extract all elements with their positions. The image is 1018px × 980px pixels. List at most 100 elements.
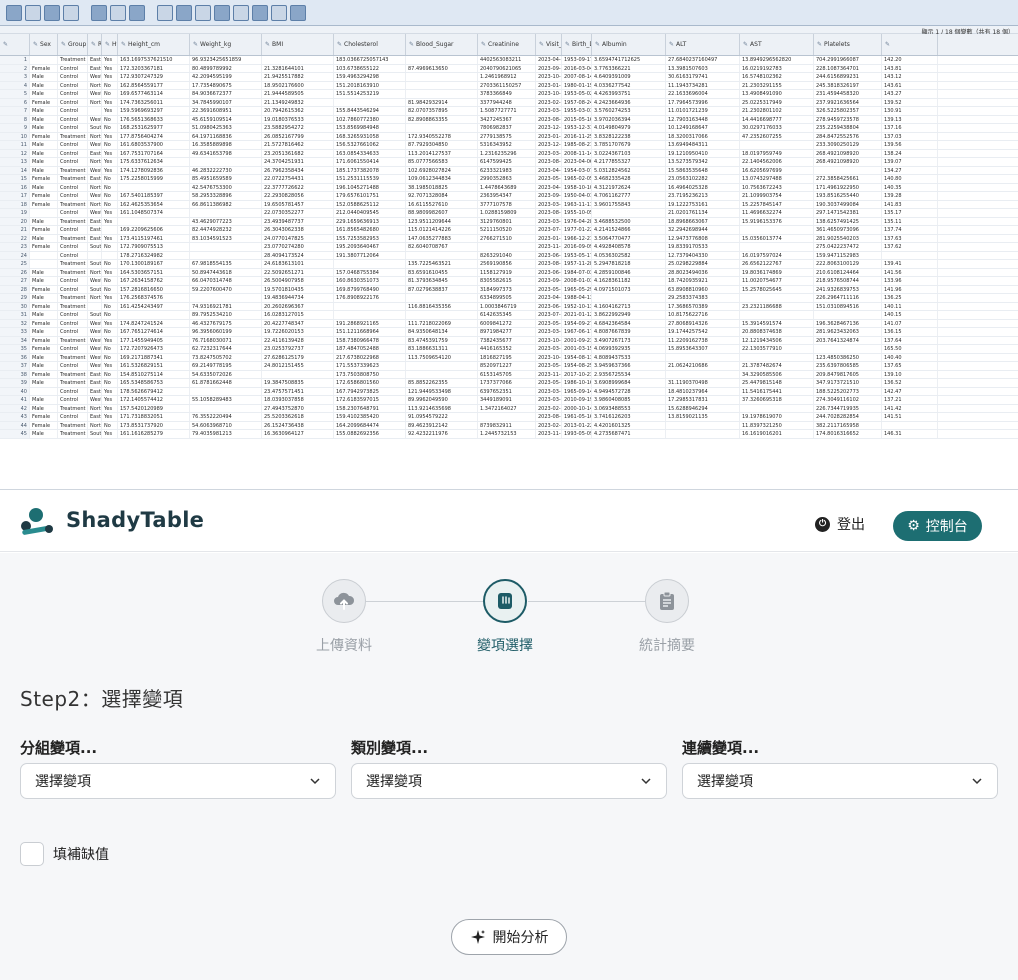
spreadsheet-cell: 73.8247505702 bbox=[190, 353, 262, 361]
spreadsheet-strip bbox=[0, 26, 1018, 34]
spreadsheet-cell: Male bbox=[30, 294, 58, 302]
spreadsheet-cell: 3.5760274253 bbox=[592, 107, 666, 115]
group-variable-select[interactable]: 選擇變項 bbox=[20, 763, 336, 799]
step-summary[interactable] bbox=[645, 579, 689, 623]
spreadsheet-cell: Control bbox=[58, 243, 88, 251]
spreadsheet-cell: 14.4416698777 bbox=[740, 115, 814, 123]
spreadsheet-cell: 42 bbox=[0, 404, 30, 412]
spreadsheet-cell: 34.7845990107 bbox=[190, 98, 262, 106]
spreadsheet-cell: 3.9702036394 bbox=[592, 115, 666, 123]
spreadsheet-cell: Control bbox=[58, 311, 88, 319]
spreadsheet-cell: 19.8339170533 bbox=[666, 243, 740, 251]
spreadsheet-cell: 153.8569984948 bbox=[334, 124, 406, 132]
spreadsheet-cell: 176.2568374576 bbox=[118, 294, 190, 302]
spreadsheet-cell: East bbox=[90, 64, 102, 72]
spreadsheet-cell: 63.8908810960 bbox=[666, 285, 740, 293]
spreadsheet-cell: 21.1349249832 bbox=[262, 98, 334, 106]
spreadsheet-cell: 22.0722754431 bbox=[262, 175, 334, 183]
spreadsheet-cell: Control bbox=[58, 149, 88, 157]
spreadsheet-cell: 23.0253792737 bbox=[262, 345, 334, 353]
spreadsheet-cell: East bbox=[90, 217, 102, 225]
spreadsheet-row: 30 Female Treatment No 161.4254243497 74.9316… bbox=[0, 302, 1018, 311]
spreadsheet-cell bbox=[592, 209, 666, 217]
spreadsheet-cell: Yes bbox=[102, 336, 118, 344]
continuous-variable-value: 選擇變項 bbox=[697, 774, 753, 790]
spreadsheet-cell: 4.0336277542 bbox=[592, 81, 666, 89]
spreadsheet-cell: 43.4629077223 bbox=[190, 217, 262, 225]
spreadsheet-row: 37 Male Control West Yes 161.5326829151 69.214… bbox=[0, 362, 1018, 371]
spreadsheet-cell bbox=[478, 413, 536, 421]
spreadsheet-cell: 1986-10-16 bbox=[564, 379, 592, 387]
spreadsheet-cell: 102.7860772380 bbox=[334, 115, 406, 123]
fill-missing-checkbox[interactable] bbox=[20, 842, 44, 866]
step-variable-select-label[interactable]: 變項選擇 bbox=[477, 635, 533, 655]
spreadsheet-cell: East bbox=[90, 379, 102, 387]
spreadsheet-cell: 244.7028282854 bbox=[814, 413, 882, 421]
spreadsheet-cell: 22.1404562006 bbox=[740, 158, 814, 166]
spreadsheet-column-header: Albumin bbox=[592, 34, 666, 55]
spreadsheet-cell: 162.8564559177 bbox=[118, 81, 190, 89]
step-upload[interactable] bbox=[322, 579, 366, 623]
spreadsheet-row: 39 Male Treatment East No 165.5348586753 61.87… bbox=[0, 379, 1018, 388]
spreadsheet-cell: 7382435677 bbox=[478, 336, 536, 344]
spreadsheet-cell: 34.3290585506 bbox=[740, 370, 814, 378]
spreadsheet-cell: 167.7651274614 bbox=[118, 328, 190, 336]
category-variable-select[interactable]: 選擇變項 bbox=[351, 763, 667, 799]
spreadsheet-cell: 143.81 bbox=[882, 64, 938, 72]
spreadsheet-cell: No bbox=[102, 353, 118, 361]
spreadsheet-cell: 3184997373 bbox=[478, 285, 536, 293]
spreadsheet-cell bbox=[334, 260, 406, 268]
spreadsheet-cell: 2016-03-04 bbox=[564, 64, 592, 72]
brand-name[interactable]: ShadyTable bbox=[66, 508, 204, 532]
spreadsheet-cell: 133.96 bbox=[882, 277, 938, 285]
start-analysis-button[interactable]: 開始分析 bbox=[451, 919, 567, 955]
spreadsheet-cell: 172.7207926473 bbox=[118, 345, 190, 353]
spreadsheet-cell: 1954-09-27 bbox=[564, 319, 592, 327]
step-summary-label[interactable]: 統計摘要 bbox=[639, 635, 695, 655]
spreadsheet-cell: Treatment bbox=[58, 336, 88, 344]
spreadsheet-cell: 2023-06-07 bbox=[538, 302, 562, 310]
logout-button[interactable]: ⏻ 登出 bbox=[815, 514, 865, 534]
spreadsheet-cell: Female bbox=[30, 98, 58, 106]
spreadsheet-cell: 67.9818554135 bbox=[190, 260, 262, 268]
step-variable-select[interactable] bbox=[483, 579, 527, 623]
spreadsheet-cell: 103.6738655122 bbox=[334, 64, 406, 72]
spreadsheet-cell: 11.2209162738 bbox=[666, 336, 740, 344]
step-upload-label[interactable]: 上傳資料 bbox=[316, 635, 372, 655]
spreadsheet-cell: East bbox=[90, 56, 102, 64]
continuous-variable-select[interactable]: 選擇變項 bbox=[682, 763, 998, 799]
spreadsheet-cell: 25 bbox=[0, 260, 30, 268]
spreadsheet-cell: 1980-01-15 bbox=[564, 81, 592, 89]
spreadsheet-column-header: Group bbox=[58, 34, 88, 55]
spreadsheet-cell: 13 bbox=[0, 158, 30, 166]
spreadsheet-cell: Control bbox=[58, 251, 88, 259]
spreadsheet-cell: 171.4961922950 bbox=[814, 183, 882, 191]
spreadsheet-cell: 2023-03-20 bbox=[538, 387, 562, 395]
spreadsheet-cell: 2023-02-12 bbox=[538, 421, 562, 429]
spreadsheet-cell: 29 bbox=[0, 294, 30, 302]
spreadsheet-cell: 23.0770274280 bbox=[262, 243, 334, 251]
spreadsheet-cell: 92.7071328084 bbox=[406, 192, 478, 200]
spreadsheet-cell: 1957-08-24 bbox=[564, 98, 592, 106]
spreadsheet-cell: 167.7942973825 bbox=[334, 387, 406, 395]
spreadsheet-cell: 25.0298229884 bbox=[666, 260, 740, 268]
spreadsheet-cell: 2023-11-19 bbox=[538, 243, 562, 251]
fill-missing-label[interactable]: 填補缺值 bbox=[53, 844, 109, 864]
spreadsheet-cell: 278.9459723578 bbox=[814, 115, 882, 123]
spreadsheet-cell: 5.2947818218 bbox=[592, 260, 666, 268]
spreadsheet-cell: West bbox=[90, 192, 102, 200]
console-button[interactable]: ⚙ 控制台 bbox=[893, 511, 982, 541]
spreadsheet-cell: 3.9459637366 bbox=[592, 362, 666, 370]
spreadsheet-cell bbox=[814, 166, 882, 174]
spreadsheet-cell: 23.2321186688 bbox=[740, 302, 814, 310]
spreadsheet-cell: 1953-05-02 bbox=[564, 90, 592, 98]
spreadsheet-cell: 116.8816435356 bbox=[406, 302, 478, 310]
spreadsheet-cell: 704.2991966087 bbox=[814, 56, 882, 64]
spreadsheet-cell: 3.8328122238 bbox=[592, 132, 666, 140]
spreadsheet-cell: Male bbox=[30, 73, 58, 81]
spreadsheet-row: 14 Male Treatment West Yes 174.1278092836 46.2… bbox=[0, 166, 1018, 175]
spreadsheet-cell: 151.5514253219 bbox=[334, 90, 406, 98]
spreadsheet-cell: West bbox=[90, 336, 102, 344]
spreadsheet-cell: 141.51 bbox=[882, 413, 938, 421]
spreadsheet-cell: 84.9350648134 bbox=[406, 328, 478, 336]
